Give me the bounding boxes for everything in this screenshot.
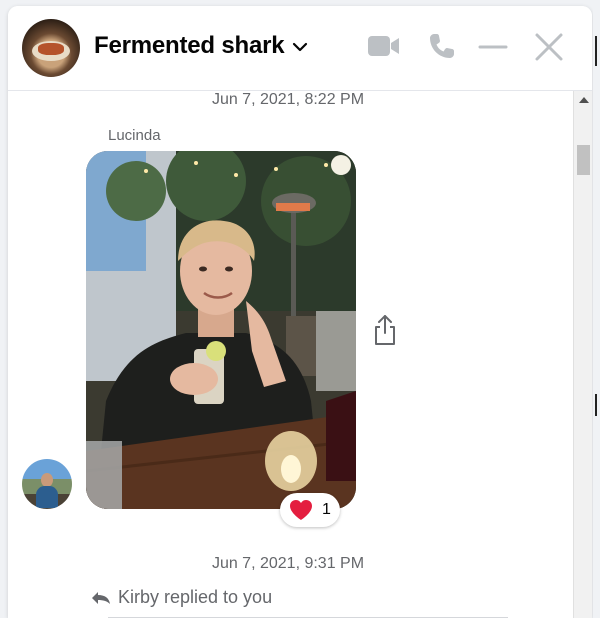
photo-image xyxy=(86,151,356,509)
conversation-title: Fermented shark xyxy=(94,32,285,59)
conversation-title-button[interactable]: Fermented shark xyxy=(94,32,308,60)
background-edge xyxy=(593,0,600,618)
reply-notice-text: Kirby replied to you xyxy=(118,587,273,607)
scroll-up-arrow-icon[interactable] xyxy=(579,97,589,103)
avatar-face xyxy=(41,473,53,487)
scrollbar[interactable] xyxy=(573,91,592,618)
sender-avatar[interactable] xyxy=(22,459,72,509)
avatar-body xyxy=(36,486,58,508)
minimize-icon[interactable] xyxy=(476,30,510,62)
message-list[interactable]: Jun 7, 2021, 8:22 PM Lucinda 1 Jun 7, 20… xyxy=(8,91,568,618)
group-avatar[interactable] xyxy=(22,19,80,77)
avatar-food xyxy=(38,43,64,55)
edge-mark xyxy=(595,36,597,66)
heart-icon xyxy=(290,500,312,520)
close-icon[interactable] xyxy=(532,30,566,64)
phone-call-icon[interactable] xyxy=(426,30,458,62)
reply-arrow-icon xyxy=(92,591,110,604)
reaction-count: 1 xyxy=(322,501,331,518)
chat-header: Fermented shark xyxy=(8,6,592,91)
chevron-down-icon xyxy=(293,42,308,52)
share-icon[interactable] xyxy=(372,313,398,347)
reply-notice: Kirby replied to you xyxy=(90,587,272,608)
message-timestamp: Jun 7, 2021, 9:31 PM xyxy=(211,555,365,572)
scroll-thumb[interactable] xyxy=(577,145,590,175)
video-call-icon[interactable] xyxy=(366,30,402,62)
photo-message[interactable] xyxy=(86,151,356,509)
reaction-badge[interactable]: 1 xyxy=(280,493,340,527)
edge-mark xyxy=(595,394,597,416)
sender-name: Lucinda xyxy=(108,127,161,144)
message-timestamp: Jun 7, 2021, 8:22 PM xyxy=(211,91,365,108)
chat-window: Fermented shark Jun 7, 2021, 8:22 PM Luc… xyxy=(8,6,592,618)
